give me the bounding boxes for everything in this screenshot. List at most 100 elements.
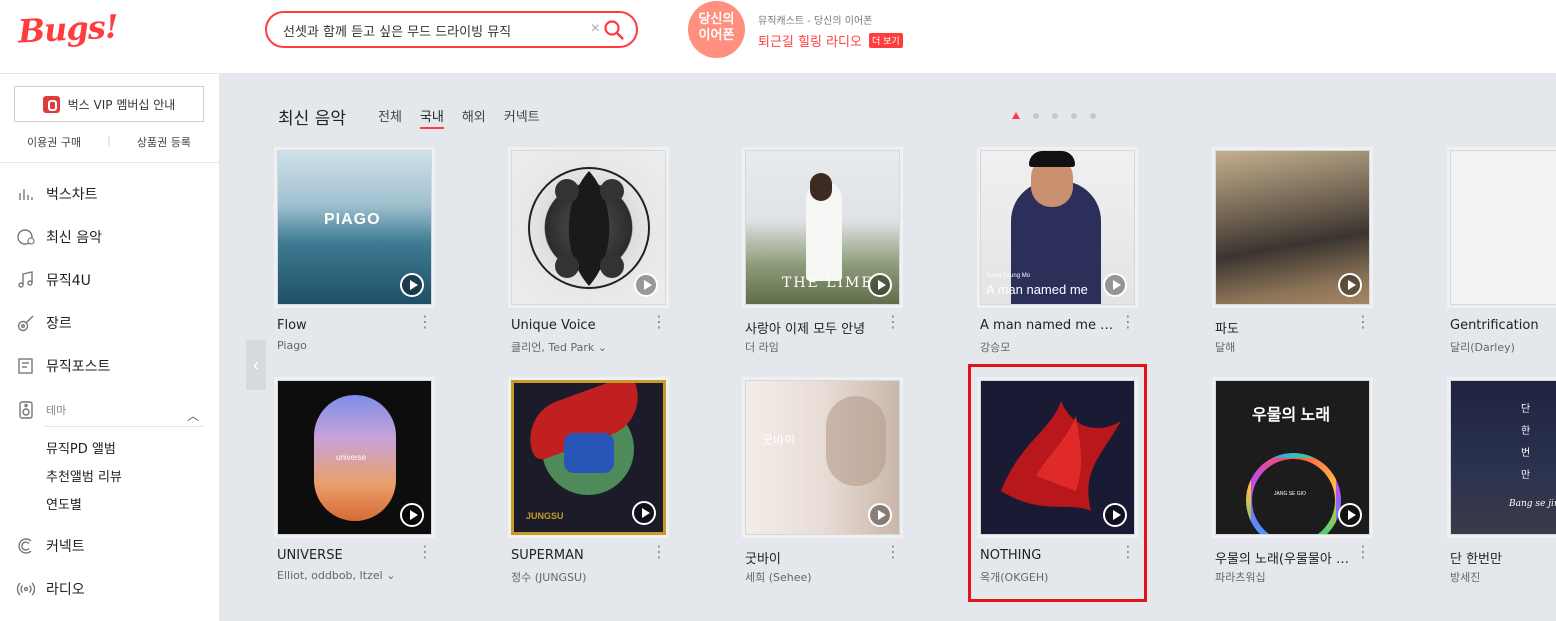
album-cover[interactable]: JUNGSU: [511, 380, 666, 535]
sidebar-item-connect[interactable]: 커넥트: [16, 534, 85, 558]
album-artist[interactable]: 클리언, Ted Park ⌄: [511, 339, 651, 355]
album-artist[interactable]: 달리(Darley): [1450, 339, 1556, 355]
more-options-icon[interactable]: ⋮: [417, 545, 433, 570]
album-title[interactable]: Flow: [277, 318, 412, 333]
album-title[interactable]: Gentrification: [1450, 318, 1556, 333]
chart-icon: [19, 189, 33, 200]
more-options-icon[interactable]: ⋮: [885, 545, 901, 570]
album-artist[interactable]: 정수 (JUNGSU): [511, 569, 651, 585]
album-artist[interactable]: Piago: [277, 339, 417, 352]
sidebar-item-theme[interactable]: 테마: [16, 398, 66, 422]
album-title[interactable]: SUPERMAN: [511, 548, 646, 563]
album-cover[interactable]: [511, 150, 666, 305]
album-cover[interactable]: universe: [277, 380, 432, 535]
album-cover[interactable]: [1215, 150, 1370, 305]
album-title[interactable]: 파도: [1215, 318, 1350, 337]
album-card[interactable]: Kang Seung Mo A man named me A man named…: [980, 150, 1160, 370]
album-card[interactable]: 굿바이 굿바이 세희 (Sehee) ⋮: [745, 380, 925, 600]
album-artist[interactable]: 방세진: [1450, 569, 1556, 585]
tab-connect[interactable]: 커넥트: [504, 106, 540, 129]
more-options-icon[interactable]: ⋮: [417, 315, 433, 340]
album-card[interactable]: 단 한 번 만 Bang se jin 단 한번만 방세진: [1450, 380, 1556, 600]
promo-more-button[interactable]: 더 보기: [869, 33, 903, 48]
sidebar-subitem-pd-album[interactable]: 뮤직PD 앨범: [46, 438, 116, 457]
page-dot[interactable]: [1071, 112, 1077, 119]
album-artist[interactable]: 세희 (Sehee): [745, 569, 885, 585]
album-card[interactable]: PIAGO Flow Piago ⋮: [277, 150, 457, 370]
play-icon[interactable]: [868, 503, 892, 527]
link-separator: |: [107, 134, 111, 147]
play-icon[interactable]: [868, 273, 892, 297]
album-title[interactable]: 우물의 노래(우물물아 …: [1215, 548, 1350, 567]
album-artist[interactable]: 달해: [1215, 339, 1355, 355]
bugs-logo[interactable]: Bugs!: [17, 7, 119, 50]
album-artist[interactable]: 강승모: [980, 339, 1120, 355]
play-icon[interactable]: [1338, 503, 1362, 527]
theme-collapse-chevron-icon[interactable]: ︿: [187, 407, 199, 424]
album-cover[interactable]: 굿바이: [745, 380, 900, 535]
album-artist[interactable]: 파라츠워십: [1215, 569, 1355, 585]
more-options-icon[interactable]: ⋮: [651, 315, 667, 340]
album-artist[interactable]: 더 라임: [745, 339, 885, 355]
tab-all[interactable]: 전체: [378, 106, 402, 129]
album-card[interactable]: gentri Gentrification 달리(Darley): [1450, 150, 1556, 370]
play-icon[interactable]: [1103, 273, 1127, 297]
album-title[interactable]: A man named me (…: [980, 318, 1115, 333]
album-title[interactable]: 단 한번만: [1450, 548, 1556, 567]
page-dot-active[interactable]: [1012, 112, 1020, 119]
album-card[interactable]: THE LIME 사랑아 이제 모두 안녕 더 라임 ⋮: [745, 150, 925, 370]
play-icon[interactable]: [1338, 273, 1362, 297]
more-options-icon[interactable]: ⋮: [1120, 315, 1136, 340]
page-dot[interactable]: [1052, 112, 1058, 119]
music-note-icon: [18, 271, 33, 288]
play-icon[interactable]: [632, 501, 656, 525]
search-icon[interactable]: [603, 19, 625, 41]
sidebar-item-music4u[interactable]: 뮤직4U: [16, 268, 91, 292]
album-cover[interactable]: PIAGO: [277, 150, 432, 305]
promo-badge[interactable]: 당신의 이어폰: [688, 1, 745, 58]
album-title[interactable]: UNIVERSE: [277, 548, 412, 563]
page-dot[interactable]: [1033, 112, 1039, 119]
album-cover[interactable]: THE LIME: [745, 150, 900, 305]
album-artist[interactable]: Elliot, oddbob, Itzel ⌄: [277, 569, 417, 582]
sidebar-subitem-by-year[interactable]: 연도별: [46, 494, 82, 513]
sidebar-item-music-post[interactable]: 뮤직포스트: [16, 354, 110, 378]
buy-pass-link[interactable]: 이용권 구매: [27, 134, 81, 150]
album-card[interactable]: 파도 달해 ⋮: [1215, 150, 1395, 370]
sidebar-subitem-album-review[interactable]: 추천앨범 리뷰: [46, 466, 122, 485]
album-card[interactable]: universe UNIVERSE Elliot, oddbob, Itzel …: [277, 380, 457, 600]
album-cover[interactable]: 단 한 번 만 Bang se jin: [1450, 380, 1556, 535]
album-card[interactable]: Unique Voice 클리언, Ted Park ⌄ ⋮: [511, 150, 691, 370]
more-options-icon[interactable]: ⋮: [1355, 315, 1371, 340]
more-options-icon[interactable]: ⋮: [1355, 545, 1371, 570]
album-cover[interactable]: Kang Seung Mo A man named me: [980, 150, 1135, 305]
top-header: Bugs! × 당신의 이어폰 뮤직캐스트 - 당신의 이어폰 퇴근길 힐링 라…: [0, 0, 1556, 74]
play-icon[interactable]: [400, 503, 424, 527]
sidebar-item-radio[interactable]: 라디오: [16, 577, 85, 601]
sidebar-item-genre[interactable]: 장르: [16, 311, 72, 335]
sidebar-item-chart[interactable]: 벅스차트: [16, 182, 98, 206]
album-title[interactable]: Unique Voice: [511, 318, 646, 333]
album-card[interactable]: 우물의 노래 JANG SE GIO 우물의 노래(우물물아 … 파라츠워십 ⋮: [1215, 380, 1395, 600]
promo-title-link[interactable]: 퇴근길 힐링 라디오: [758, 31, 862, 50]
page-dot[interactable]: [1090, 112, 1096, 119]
register-coupon-link[interactable]: 상품권 등록: [137, 134, 191, 150]
album-card[interactable]: JUNGSU SUPERMAN 정수 (JUNGSU) ⋮: [511, 380, 691, 600]
selection-highlight: [968, 364, 1147, 602]
tab-overseas[interactable]: 해외: [462, 106, 486, 129]
tab-domestic[interactable]: 국내: [419, 106, 444, 129]
sidebar-item-new-music[interactable]: 최신 음악: [16, 225, 102, 249]
play-icon[interactable]: [400, 273, 424, 297]
vip-membership-button[interactable]: 벅스 VIP 멤버십 안내: [14, 86, 204, 122]
album-cover[interactable]: 우물의 노래 JANG SE GIO: [1215, 380, 1370, 535]
play-icon[interactable]: [634, 273, 658, 297]
album-title[interactable]: 사랑아 이제 모두 안녕: [745, 318, 880, 337]
more-options-icon[interactable]: ⋮: [885, 315, 901, 340]
album-cover[interactable]: gentri: [1450, 150, 1556, 305]
search-box[interactable]: ×: [265, 11, 638, 48]
more-options-icon[interactable]: ⋮: [651, 545, 667, 570]
album-title[interactable]: 굿바이: [745, 548, 880, 567]
clear-search-icon[interactable]: ×: [591, 20, 600, 38]
carousel-prev-button[interactable]: ‹: [246, 340, 266, 390]
search-input[interactable]: [283, 20, 583, 40]
